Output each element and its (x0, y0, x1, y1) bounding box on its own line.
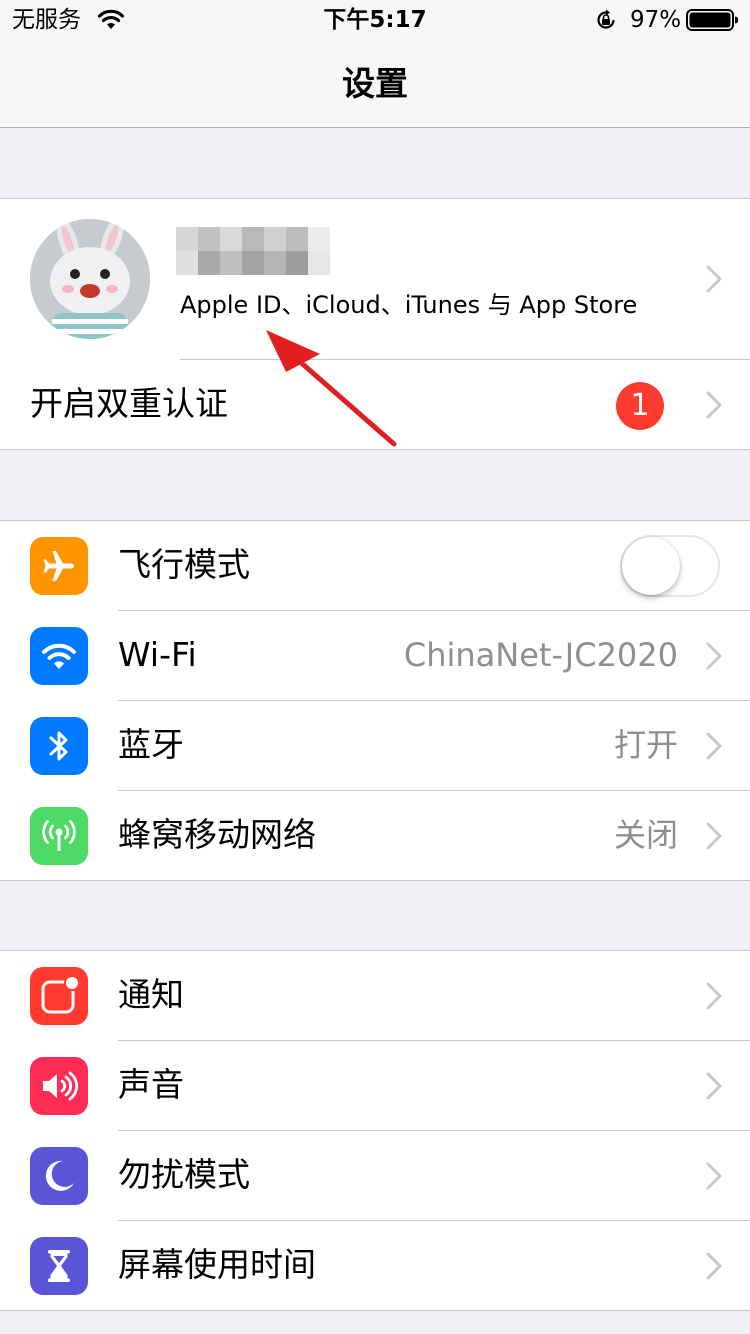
chevron-right-icon (706, 1072, 722, 1100)
navigation-bar: 设置 (0, 40, 750, 128)
moon-icon (30, 1147, 88, 1205)
status-bar: 无服务 下午5:17 97% (0, 0, 750, 40)
airplane-mode-toggle[interactable] (620, 535, 720, 597)
cellular-row[interactable]: 蜂窝移动网络 关闭 (0, 791, 750, 881)
cellular-icon (30, 807, 88, 865)
avatar (30, 219, 150, 339)
notifications-label: 通知 (118, 975, 184, 1014)
bluetooth-icon (30, 717, 88, 775)
orientation-lock-icon (597, 9, 615, 29)
wifi-value: ChinaNet-JC2020 (403, 636, 678, 674)
page-title: 设置 (342, 64, 408, 103)
avatar-image (30, 219, 150, 339)
connectivity-group: 飞行模式 Wi-Fi ChinaNet-JC2020 蓝牙 打开 蜂窝移动网络 … (0, 520, 750, 881)
chevron-right-icon (706, 1162, 722, 1190)
screen-time-row[interactable]: 屏幕使用时间 (0, 1221, 750, 1311)
chevron-right-icon (706, 822, 722, 850)
notifications-group: 通知 声音 勿扰模式 屏幕使用时间 (0, 950, 750, 1311)
do-not-disturb-label: 勿扰模式 (118, 1155, 250, 1194)
wifi-row[interactable]: Wi-Fi ChinaNet-JC2020 (0, 611, 750, 701)
sound-icon (30, 1057, 88, 1115)
account-group: Apple ID、iCloud、iTunes 与 App Store 开启双重认… (0, 198, 750, 450)
wifi-icon (30, 627, 88, 685)
sound-row[interactable]: 声音 (0, 1041, 750, 1131)
two-factor-row[interactable]: 开启双重认证 1 (0, 360, 750, 450)
apple-id-row[interactable]: Apple ID、iCloud、iTunes 与 App Store (0, 199, 750, 360)
notification-badge: 1 (616, 382, 664, 430)
settings-screen: 无服务 下午5:17 97% 设置 Apple ID、iCloud、iTunes… (0, 0, 750, 1334)
do-not-disturb-row[interactable]: 勿扰模式 (0, 1131, 750, 1221)
cellular-label: 蜂窝移动网络 (118, 815, 316, 854)
chevron-right-icon (706, 982, 722, 1010)
airplane-icon (30, 537, 88, 595)
account-name-blurred (176, 227, 330, 275)
screen-time-label: 屏幕使用时间 (118, 1245, 316, 1284)
bluetooth-value: 打开 (613, 726, 678, 764)
cellular-value: 关闭 (613, 816, 678, 854)
apple-id-subtitle: Apple ID、iCloud、iTunes 与 App Store (180, 291, 638, 319)
chevron-right-icon (706, 1252, 722, 1280)
chevron-right-icon (706, 391, 722, 419)
chevron-right-icon (706, 642, 722, 670)
airplane-mode-row: 飞行模式 (0, 521, 750, 611)
battery-icon (686, 9, 738, 31)
notifications-icon (30, 967, 88, 1025)
two-factor-label: 开启双重认证 (30, 384, 228, 423)
sound-label: 声音 (118, 1065, 184, 1104)
bluetooth-row[interactable]: 蓝牙 打开 (0, 701, 750, 791)
wifi-label: Wi-Fi (118, 635, 197, 674)
chevron-right-icon (706, 732, 722, 760)
notifications-row[interactable]: 通知 (0, 951, 750, 1041)
hourglass-icon (30, 1237, 88, 1295)
toggle-knob (622, 537, 680, 595)
airplane-mode-label: 飞行模式 (118, 545, 250, 584)
bluetooth-label: 蓝牙 (118, 725, 184, 764)
battery-percent: 97% (630, 7, 682, 33)
chevron-right-icon (706, 265, 722, 293)
